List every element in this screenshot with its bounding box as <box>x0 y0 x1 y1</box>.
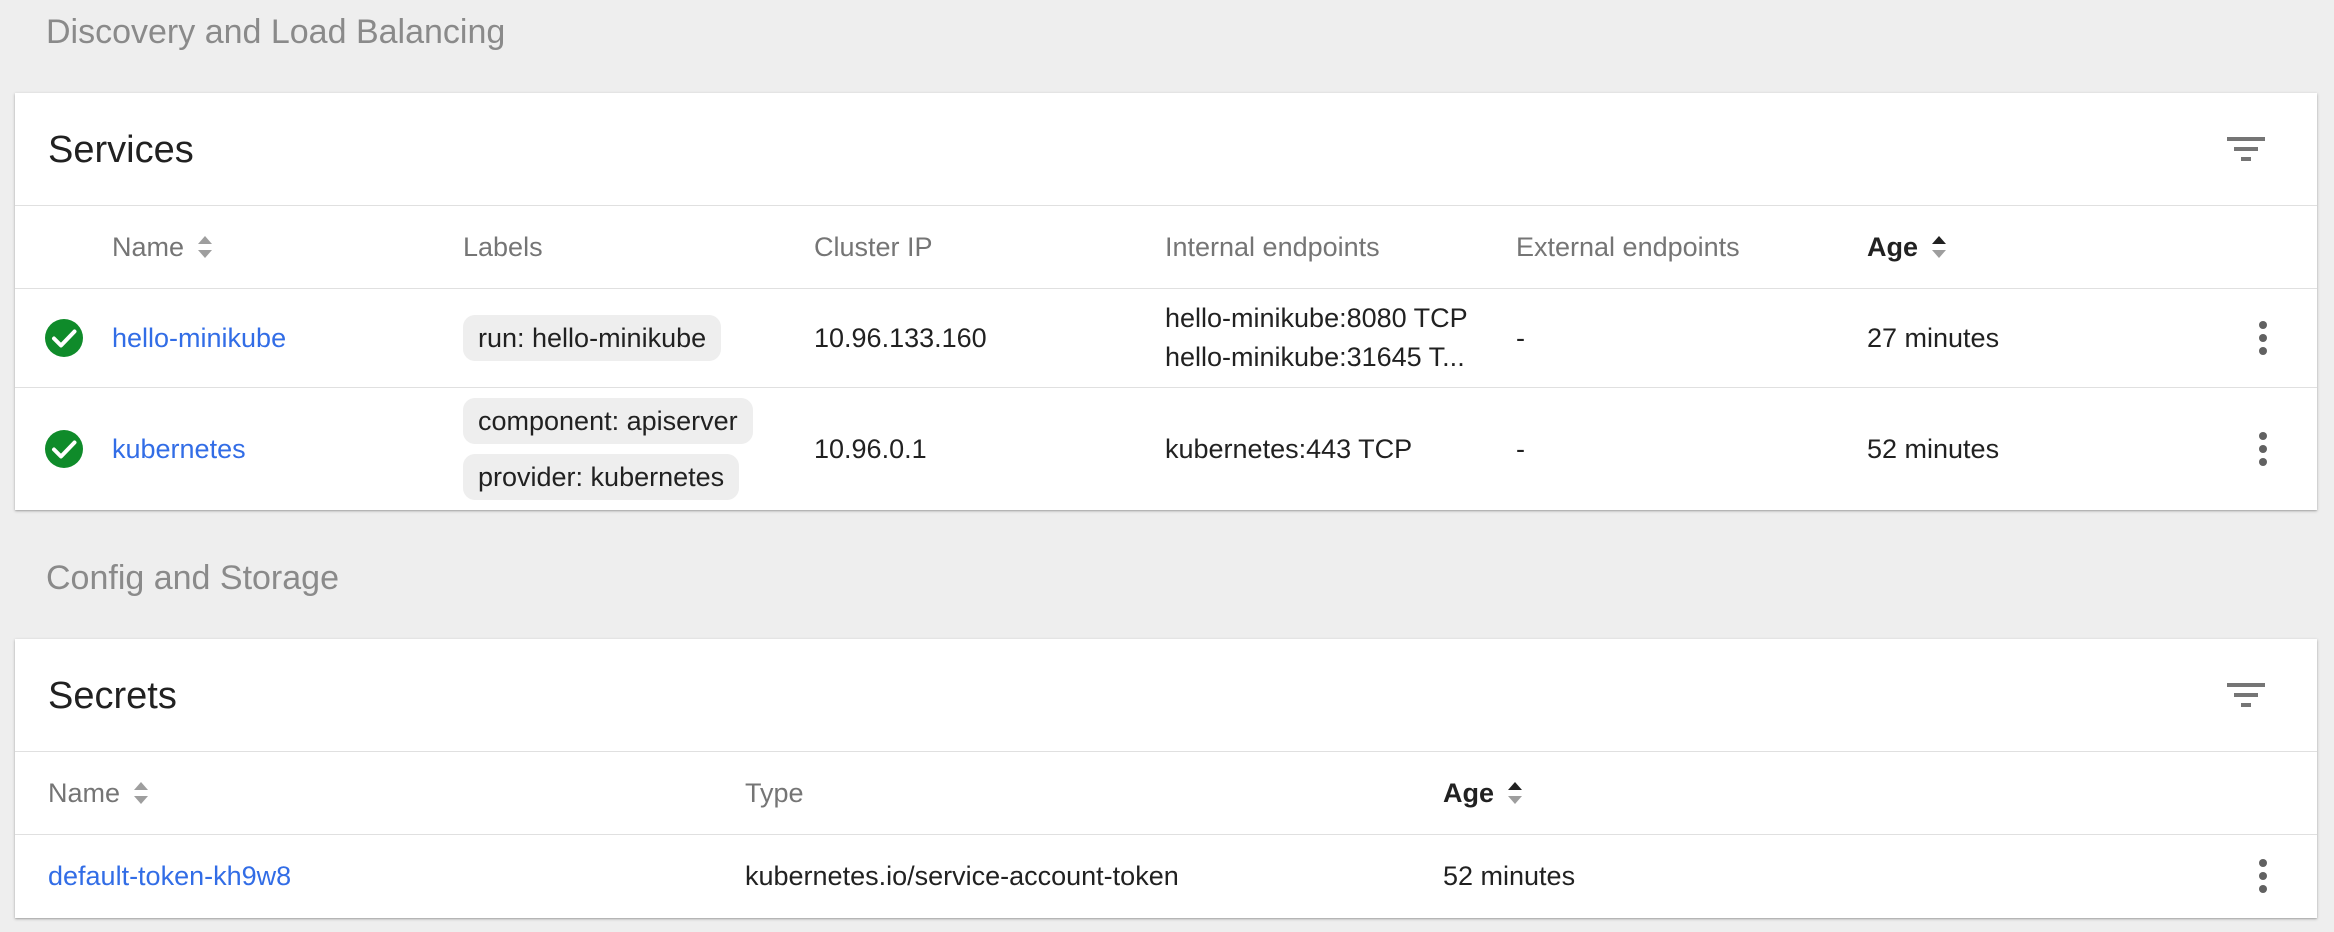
services-col-external: External endpoints <box>1516 231 1740 262</box>
labels-cell: run: hello-minikube <box>463 289 722 387</box>
secret-name-link[interactable]: default-token-kh9w8 <box>48 861 291 892</box>
status-cell <box>44 388 84 510</box>
sort-icon[interactable] <box>1506 778 1524 808</box>
sort-icon[interactable] <box>132 778 150 808</box>
secrets-title: Secrets <box>48 675 177 717</box>
table-row: kubernetes component: apiserver provider… <box>15 388 2317 510</box>
secrets-col-name[interactable]: Name <box>48 752 150 834</box>
service-name-link[interactable]: hello-minikube <box>112 323 286 354</box>
internal-endpoints-cell: hello-minikube:8080 TCP hello-minikube:3… <box>1165 289 1468 387</box>
section-title-discovery: Discovery and Load Balancing <box>46 13 506 51</box>
secrets-card: Secrets Name Type Age default-token-kh9w… <box>15 639 2317 918</box>
row-menu-button[interactable] <box>2253 289 2273 387</box>
secrets-col-name-label: Name <box>48 777 121 808</box>
secrets-col-age[interactable]: Age <box>1443 752 1524 834</box>
check-circle-icon <box>45 319 83 357</box>
row-menu-button[interactable] <box>2253 388 2273 510</box>
sort-icon[interactable] <box>196 232 214 262</box>
sort-icon[interactable] <box>1930 232 1948 262</box>
secrets-col-type: Type <box>745 777 804 808</box>
more-vert-icon <box>2259 321 2267 355</box>
cluster-ip-cell: 10.96.133.160 <box>814 322 987 353</box>
internal-endpoint: hello-minikube:31645 T... <box>1165 342 1465 372</box>
services-col-age-label: Age <box>1867 231 1919 262</box>
secret-type-cell: kubernetes.io/service-account-token <box>745 860 1179 891</box>
services-filter-button[interactable] <box>2225 129 2269 169</box>
external-endpoints-cell: - <box>1516 322 1525 353</box>
secrets-filter-button[interactable] <box>2225 675 2269 715</box>
label-chip: component: apiserver <box>463 398 753 444</box>
table-row: hello-minikube run: hello-minikube 10.96… <box>15 289 2317 388</box>
section-title-config: Config and Storage <box>46 559 339 597</box>
age-cell: 27 minutes <box>1867 322 2000 353</box>
services-card: Services Name Labels Cluster IP Internal… <box>15 93 2317 510</box>
service-name-cell: kubernetes <box>112 388 246 510</box>
age-cell: 52 minutes <box>1867 433 2000 464</box>
filter-icon <box>2227 683 2265 707</box>
check-circle-icon <box>45 430 83 468</box>
secrets-table-header: Name Type Age <box>15 752 2317 835</box>
label-chip: provider: kubernetes <box>463 454 740 500</box>
services-table-header: Name Labels Cluster IP Internal endpoint… <box>15 206 2317 289</box>
services-title: Services <box>48 129 194 171</box>
filter-icon <box>2227 137 2265 161</box>
more-vert-icon <box>2259 859 2267 893</box>
services-col-name-label: Name <box>112 231 185 262</box>
internal-endpoint: hello-minikube:8080 TCP <box>1165 303 1468 333</box>
row-menu-button[interactable] <box>2253 835 2273 917</box>
secrets-card-header: Secrets <box>15 639 2317 752</box>
label-chip: run: hello-minikube <box>463 315 722 361</box>
status-cell <box>44 289 84 387</box>
services-col-cluster-ip: Cluster IP <box>814 231 933 262</box>
service-name-cell: hello-minikube <box>112 289 286 387</box>
secret-name-cell: default-token-kh9w8 <box>48 835 291 917</box>
external-endpoints-cell: - <box>1516 433 1525 464</box>
secrets-col-age-label: Age <box>1443 777 1495 808</box>
labels-cell: component: apiserver provider: kubernete… <box>463 388 753 510</box>
services-col-labels: Labels <box>463 231 543 262</box>
service-name-link[interactable]: kubernetes <box>112 434 246 465</box>
services-col-age[interactable]: Age <box>1867 206 1948 288</box>
services-col-internal: Internal endpoints <box>1165 231 1380 262</box>
services-card-header: Services <box>15 93 2317 206</box>
more-vert-icon <box>2259 432 2267 466</box>
internal-endpoints-cell: kubernetes:443 TCP <box>1165 388 1412 510</box>
table-row: default-token-kh9w8 kubernetes.io/servic… <box>15 835 2317 917</box>
services-col-name[interactable]: Name <box>112 206 214 288</box>
cluster-ip-cell: 10.96.0.1 <box>814 433 927 464</box>
age-cell: 52 minutes <box>1443 860 1576 891</box>
internal-endpoint: kubernetes:443 TCP <box>1165 433 1413 464</box>
